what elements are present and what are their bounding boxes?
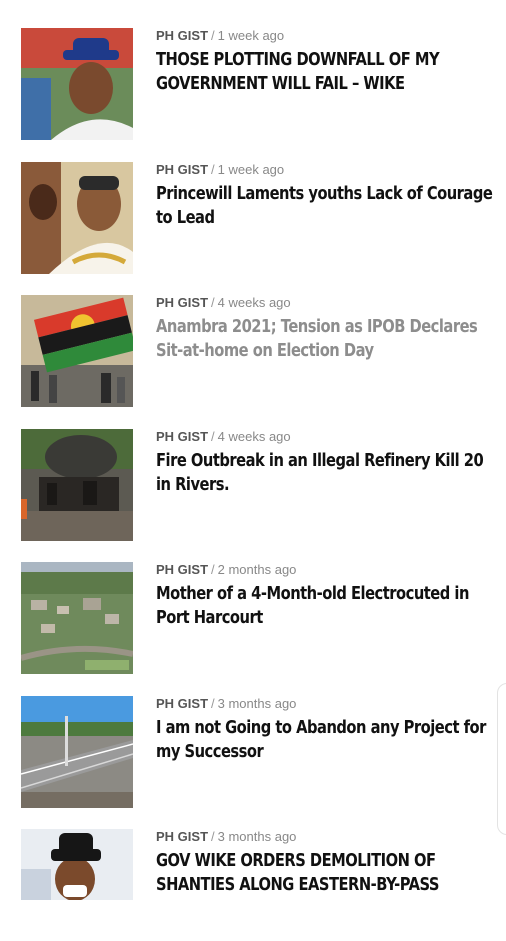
edge-panel-handle[interactable] (497, 683, 506, 835)
article-category[interactable]: PH GIST (156, 162, 208, 177)
article-item[interactable]: PH GIST/1 week ago THOSE PLOTTING DOWNFA… (0, 28, 506, 140)
article-title[interactable]: Anambra 2021; Tension as IPOB Declares S… (156, 315, 496, 363)
article-category[interactable]: PH GIST (156, 429, 208, 444)
article-item[interactable]: PH GIST/2 months ago Mother of a 4-Month… (0, 562, 506, 674)
article-item[interactable]: PH GIST/4 weeks ago Fire Outbreak in an … (0, 429, 506, 541)
article-time: 1 week ago (217, 162, 285, 177)
article-title[interactable]: I am not Going to Abandon any Project fo… (156, 716, 496, 764)
portrait-man-white-robe-icon (21, 162, 133, 274)
article-thumbnail[interactable] (21, 295, 133, 407)
article-meta: PH GIST/4 weeks ago (156, 429, 291, 445)
article-category[interactable]: PH GIST (156, 562, 208, 577)
article-category[interactable]: PH GIST (156, 696, 208, 711)
article-thumbnail[interactable] (21, 162, 133, 274)
article-category[interactable]: PH GIST (156, 829, 208, 844)
article-category[interactable]: PH GIST (156, 295, 208, 310)
article-time: 4 weeks ago (217, 429, 291, 444)
portrait-man-blue-hat-icon (21, 28, 133, 140)
article-thumbnail[interactable] (21, 696, 133, 808)
meta-separator: / (211, 28, 215, 43)
article-title[interactable]: THOSE PLOTTING DOWNFALL OF MY GOVERNMENT… (156, 48, 496, 96)
article-meta: PH GIST/1 week ago (156, 28, 284, 44)
meta-separator: / (211, 162, 215, 177)
article-item[interactable]: PH GIST/3 months ago I am not Going to A… (0, 696, 506, 808)
article-thumbnail[interactable] (21, 429, 133, 541)
meta-separator: / (211, 562, 215, 577)
article-item[interactable]: PH GIST/3 months ago GOV WIKE ORDERS DEM… (0, 829, 506, 941)
article-meta: PH GIST/2 months ago (156, 562, 296, 578)
portrait-man-black-hat-icon (21, 829, 133, 900)
road-flyover-icon (21, 696, 133, 808)
article-meta: PH GIST/3 months ago (156, 829, 296, 845)
article-category[interactable]: PH GIST (156, 28, 208, 43)
article-time: 4 weeks ago (217, 295, 291, 310)
article-item[interactable]: PH GIST/4 weeks ago Anambra 2021; Tensio… (0, 295, 506, 407)
aerial-town-icon (21, 562, 133, 674)
article-meta: PH GIST/1 week ago (156, 162, 284, 178)
article-title[interactable]: Princewill Laments youths Lack of Courag… (156, 182, 496, 230)
article-meta: PH GIST/3 months ago (156, 696, 296, 712)
meta-separator: / (211, 829, 215, 844)
article-title[interactable]: Mother of a 4-Month-old Electrocuted in … (156, 582, 496, 630)
article-time: 3 months ago (217, 829, 297, 844)
biafra-flag-crowd-icon (21, 295, 133, 407)
article-title[interactable]: GOV WIKE ORDERS DEMOLITION OF SHANTIES A… (156, 849, 496, 897)
article-time: 3 months ago (217, 696, 297, 711)
article-time: 1 week ago (217, 28, 285, 43)
meta-separator: / (211, 295, 215, 310)
article-title[interactable]: Fire Outbreak in an Illegal Refinery Kil… (156, 449, 496, 497)
article-meta: PH GIST/4 weeks ago (156, 295, 291, 311)
article-thumbnail[interactable] (21, 829, 133, 900)
article-time: 2 months ago (217, 562, 297, 577)
article-thumbnail[interactable] (21, 28, 133, 140)
burnt-refinery-icon (21, 429, 133, 541)
article-item[interactable]: PH GIST/1 week ago Princewill Laments yo… (0, 162, 506, 274)
article-thumbnail[interactable] (21, 562, 133, 674)
meta-separator: / (211, 429, 215, 444)
meta-separator: / (211, 696, 215, 711)
